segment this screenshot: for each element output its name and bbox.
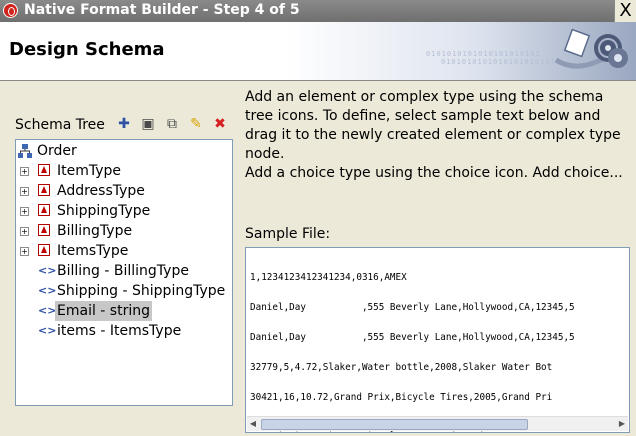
tree-item-label: ItemsType: [57, 243, 129, 259]
expand-icon[interactable]: +: [20, 207, 29, 216]
add-choice-icon[interactable]: ⧉: [163, 115, 181, 133]
tree-item-label: ShippingType: [57, 203, 151, 219]
element-icon: <>: [38, 264, 57, 277]
element-icon: <>: [38, 324, 57, 337]
add-element-icon[interactable]: ✚: [115, 115, 133, 133]
scrollbar-thumb[interactable]: [261, 419, 528, 430]
complex-type-icon: [38, 244, 50, 256]
instruction-line: node.: [245, 146, 285, 162]
sample-line[interactable]: 30421,16,10.72,Grand Prix,Bicycle Tires,…: [250, 393, 575, 403]
instruction-line: drag it to the newly created element or …: [245, 127, 621, 143]
binary-pattern: 0101010101010101010101: [441, 58, 556, 66]
complex-type-icon: [38, 164, 50, 176]
sample-file-area[interactable]: 1,1234123412341234,0316,AMEX Daniel,Day …: [245, 247, 630, 433]
complex-type-icon: [38, 184, 50, 196]
sample-file-label: Sample File:: [245, 226, 331, 242]
tree-item-label: Billing - BillingType: [57, 263, 189, 279]
close-button[interactable]: X: [614, 0, 636, 22]
tree-item-label: items - ItemsType: [57, 323, 182, 339]
horizontal-scrollbar[interactable]: ◀ ▶: [247, 416, 628, 431]
expand-icon[interactable]: +: [20, 187, 29, 196]
complex-type-icon: [38, 224, 50, 236]
binary-pattern: 0101010101010101010101: [426, 50, 541, 58]
instruction-line: Add an element or complex type using the…: [245, 89, 604, 105]
tree-item-label: BillingType: [57, 223, 133, 239]
header-decoration: 0101010101010101010101 01010101010101010…: [396, 22, 636, 80]
schema-root-icon: [18, 144, 32, 158]
scroll-right-icon[interactable]: ▶: [616, 417, 628, 431]
sample-line[interactable]: Daniel,Day ,555 Beverly Lane,Hollywood,C…: [250, 333, 575, 343]
complex-type-icon: [38, 204, 50, 216]
scroll-left-icon[interactable]: ◀: [247, 417, 259, 431]
title-bar: Native Format Builder - Step 4 of 5 X: [0, 0, 636, 22]
schema-tree-label: Schema Tree: [15, 117, 105, 133]
tree-item-label-selected: Email - string: [55, 301, 152, 321]
instructions-text: Add an element or complex type using the…: [245, 88, 630, 183]
oracle-app-icon: [3, 3, 18, 18]
expand-icon[interactable]: +: [20, 167, 29, 176]
element-icon: <>: [38, 304, 57, 317]
tree-root-label: Order: [37, 143, 77, 159]
wizard-logo-icon: [554, 28, 628, 69]
tree-item-label: ItemType: [57, 163, 122, 179]
sample-file-text[interactable]: 1,1234123412341234,0316,AMEX Daniel,Day …: [250, 253, 575, 433]
sample-line[interactable]: Daniel,Day ,555 Beverly Lane,Hollywood,C…: [250, 303, 575, 313]
instruction-line: Add a choice type using the choice icon.…: [245, 165, 623, 181]
tree-item-label: AddressType: [57, 183, 145, 199]
schema-tree[interactable]: Order + ItemType + AddressType + Shippin…: [15, 139, 233, 406]
delete-icon[interactable]: ✖: [211, 115, 229, 133]
expand-icon[interactable]: +: [20, 227, 29, 236]
sample-line[interactable]: 32779,5,4.72,Slaker,Water bottle,2008,Sl…: [250, 363, 575, 373]
instruction-line: tree icons. To define, select sample tex…: [245, 108, 601, 124]
add-complex-type-icon[interactable]: ▣: [139, 115, 157, 133]
edit-icon[interactable]: ✎: [187, 115, 205, 133]
window-title: Native Format Builder - Step 4 of 5: [24, 2, 300, 18]
page-title: Design Schema: [9, 39, 165, 60]
sample-line[interactable]: 1,1234123412341234,0316,AMEX: [250, 273, 575, 283]
wizard-header: Design Schema 0101010101010101010101 010…: [0, 22, 636, 81]
element-icon: <>: [38, 284, 57, 297]
expand-icon[interactable]: +: [20, 247, 29, 256]
tree-item-label: Shipping - ShippingType: [57, 283, 226, 299]
